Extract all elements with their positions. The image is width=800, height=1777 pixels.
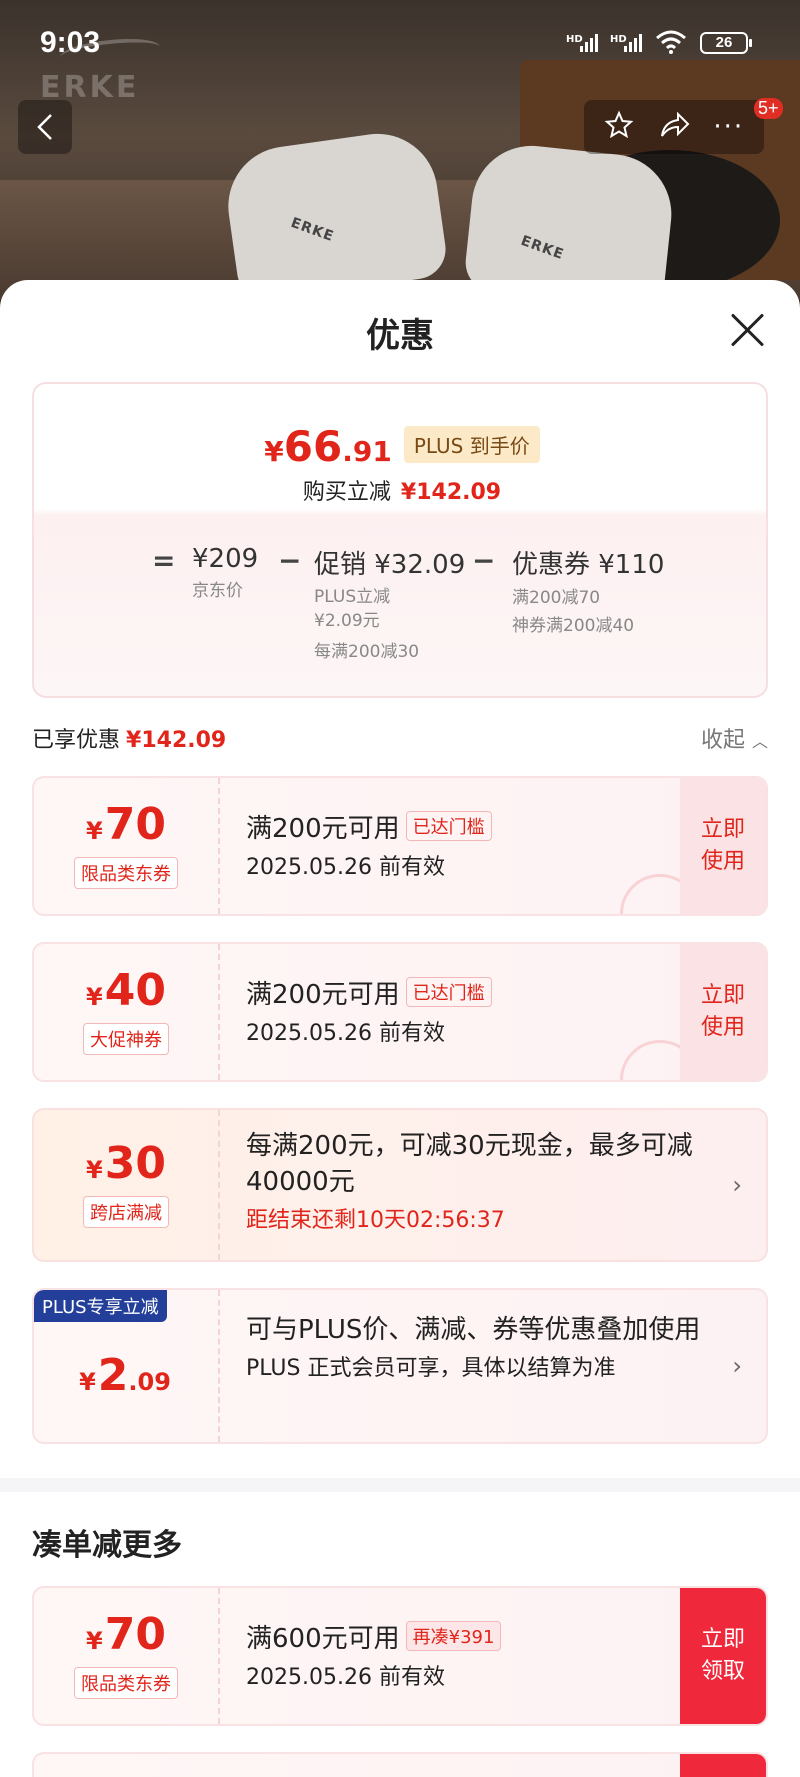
add-more-badge: 再凑¥391 [405,1621,502,1651]
coupon-details: 满600元可用 再凑¥391 2025.05.26 前有效 [246,1618,666,1691]
close-icon[interactable] [728,310,768,350]
coupon-value: ¥70 [86,1609,166,1660]
coupon-value-block: ¥40 大促神券 [34,944,220,1080]
chevron-right-icon: › [732,1171,742,1199]
claim-now-button[interactable] [680,1754,766,1777]
coupon-value-block: ¥70 限品类东券 [34,1588,220,1724]
coupon-details: 每满200元，可减30元现金，最多可减40000元 距结束还剩10天02:56:… [246,1128,706,1234]
coupon-card: ¥40 大促神券 满200元可用 已达门槛 2025.05.26 前有效 立即 使用 [32,942,768,1082]
jd-price: ¥209 京东价 [192,544,259,601]
coupon-validity: 2025.05.26 前有效 [246,1665,445,1690]
equals-sign: = [152,544,176,577]
share-icon[interactable] [658,110,690,145]
coupon-card: ¥70 限品类东券 满200元可用 已达门槛 2025.05.26 前有效 立即使… [32,776,768,916]
nav-actions: ··· [584,100,764,154]
price-summary: ¥66.91 PLUS 到手价 购买立减 ¥142.09 = ¥209 京东价 −… [32,382,768,698]
plus-discount-card[interactable]: PLUS专享立减 ¥2.09 可与PLUS价、满减、券等优惠叠加使用 PLUS … [32,1288,768,1444]
photo-shoe-right [462,139,678,300]
chevron-up-icon: ︿ [751,732,768,751]
wifi-icon [655,30,687,61]
message-badge: 5+ [754,98,783,119]
coupon-details: 满200元可用 已达门槛 2025.05.26 前有效 [246,974,666,1047]
back-icon [37,114,52,140]
coupon-value: ¥30 [86,1138,166,1189]
status-bar: 9:03 HD HD 26 [0,0,800,80]
discount-description: 可与PLUS价、满减、券等优惠叠加使用 [246,1315,701,1345]
status-time: 9:03 [40,26,101,59]
instant-discount: 购买立减 ¥142.09 [302,480,502,505]
coupon-value-block: ¥2.09 [34,1290,220,1442]
coupon-type-tag: 限品类东券 [74,1667,178,1699]
coupon-details: 可与PLUS价、满减、券等优惠叠加使用 PLUS 正式会员可享，具体以结算为准 [246,1312,706,1382]
more-discounts-title: 凑单减更多 [32,1528,182,1563]
star-icon[interactable] [604,110,634,145]
coupon-value-block: ¥30 跨店满减 [34,1110,220,1260]
discount-sheet: 优惠 ¥66.91 PLUS 到手价 购买立减 ¥142.09 = ¥209 京东… [0,280,800,1777]
coupon-validity: 2025.05.26 前有效 [246,1021,445,1046]
back-button[interactable] [18,100,72,154]
signal-icon [624,34,642,52]
photo-shoe-left [220,126,450,300]
use-now-button[interactable]: 立即 使用 [680,944,766,1080]
coupon-details: 满200元可用 已达门槛 2025.05.26 前有效 [246,808,666,881]
section-divider [0,1478,800,1492]
chevron-right-icon: › [732,1352,742,1380]
enjoyed-label: 已享优惠 ¥142.09 [32,728,227,753]
battery-indicator: 26 [700,32,752,54]
collapse-button[interactable]: 收起 ︿ [701,722,768,754]
plus-price-label: PLUS 到手价 [403,426,540,463]
coupon-value: ¥40 [86,965,166,1016]
coupon-type-tag: 限品类东券 [74,857,178,889]
coupon-type-tag: 大促神券 [83,1023,169,1055]
coupon-card [32,1752,768,1777]
final-price: ¥66.91 [264,422,392,471]
minus-sign: − [472,544,496,577]
discount-description: 每满200元，可减30元现金，最多可减40000元 [246,1131,693,1197]
price-breakdown: = ¥209 京东价 − 促销 ¥32.09 PLUS立减 ¥2.09元 每满2… [34,544,770,684]
threshold-badge: 已达门槛 [405,977,492,1007]
sheet-title: 优惠 [366,316,434,356]
coupon-card: ¥70 限品类东券 满600元可用 再凑¥391 2025.05.26 前有效 立… [32,1586,768,1726]
final-price-row: ¥66.91 PLUS 到手价 [34,422,770,471]
enjoyed-discount-row: 已享优惠 ¥142.09 收起 ︿ [32,720,768,760]
promo-breakdown: 促销 ¥32.09 PLUS立减 ¥2.09元 每满200减30 [314,550,466,662]
coupon-value-block: ¥70 限品类东券 [34,778,220,914]
cross-store-discount-card[interactable]: ¥30 跨店满减 每满200元，可减30元现金，最多可减40000元 距结束还剩… [32,1108,768,1262]
countdown-timer: 距结束还剩10天02:56:37 [246,1208,505,1233]
signal-icon [580,34,598,52]
pointer-arrow [394,514,418,526]
coupon-value: ¥2.09 [79,1350,171,1401]
coupon-validity: 2025.05.26 前有效 [246,855,445,880]
claim-now-button[interactable]: 立即 领取 [680,1588,766,1724]
coupon-value: ¥70 [86,799,166,850]
minus-sign: − [278,544,302,577]
more-icon[interactable]: ··· [713,114,744,140]
coupon-breakdown: 优惠券 ¥110 满200减70 神券满200减40 [512,550,665,636]
threshold-badge: 已达门槛 [405,811,492,841]
coupon-type-tag: 跨店满减 [83,1196,169,1228]
use-now-button[interactable]: 立即 使用 [680,778,766,914]
membership-note: PLUS 正式会员可享，具体以结算为准 [246,1356,616,1381]
